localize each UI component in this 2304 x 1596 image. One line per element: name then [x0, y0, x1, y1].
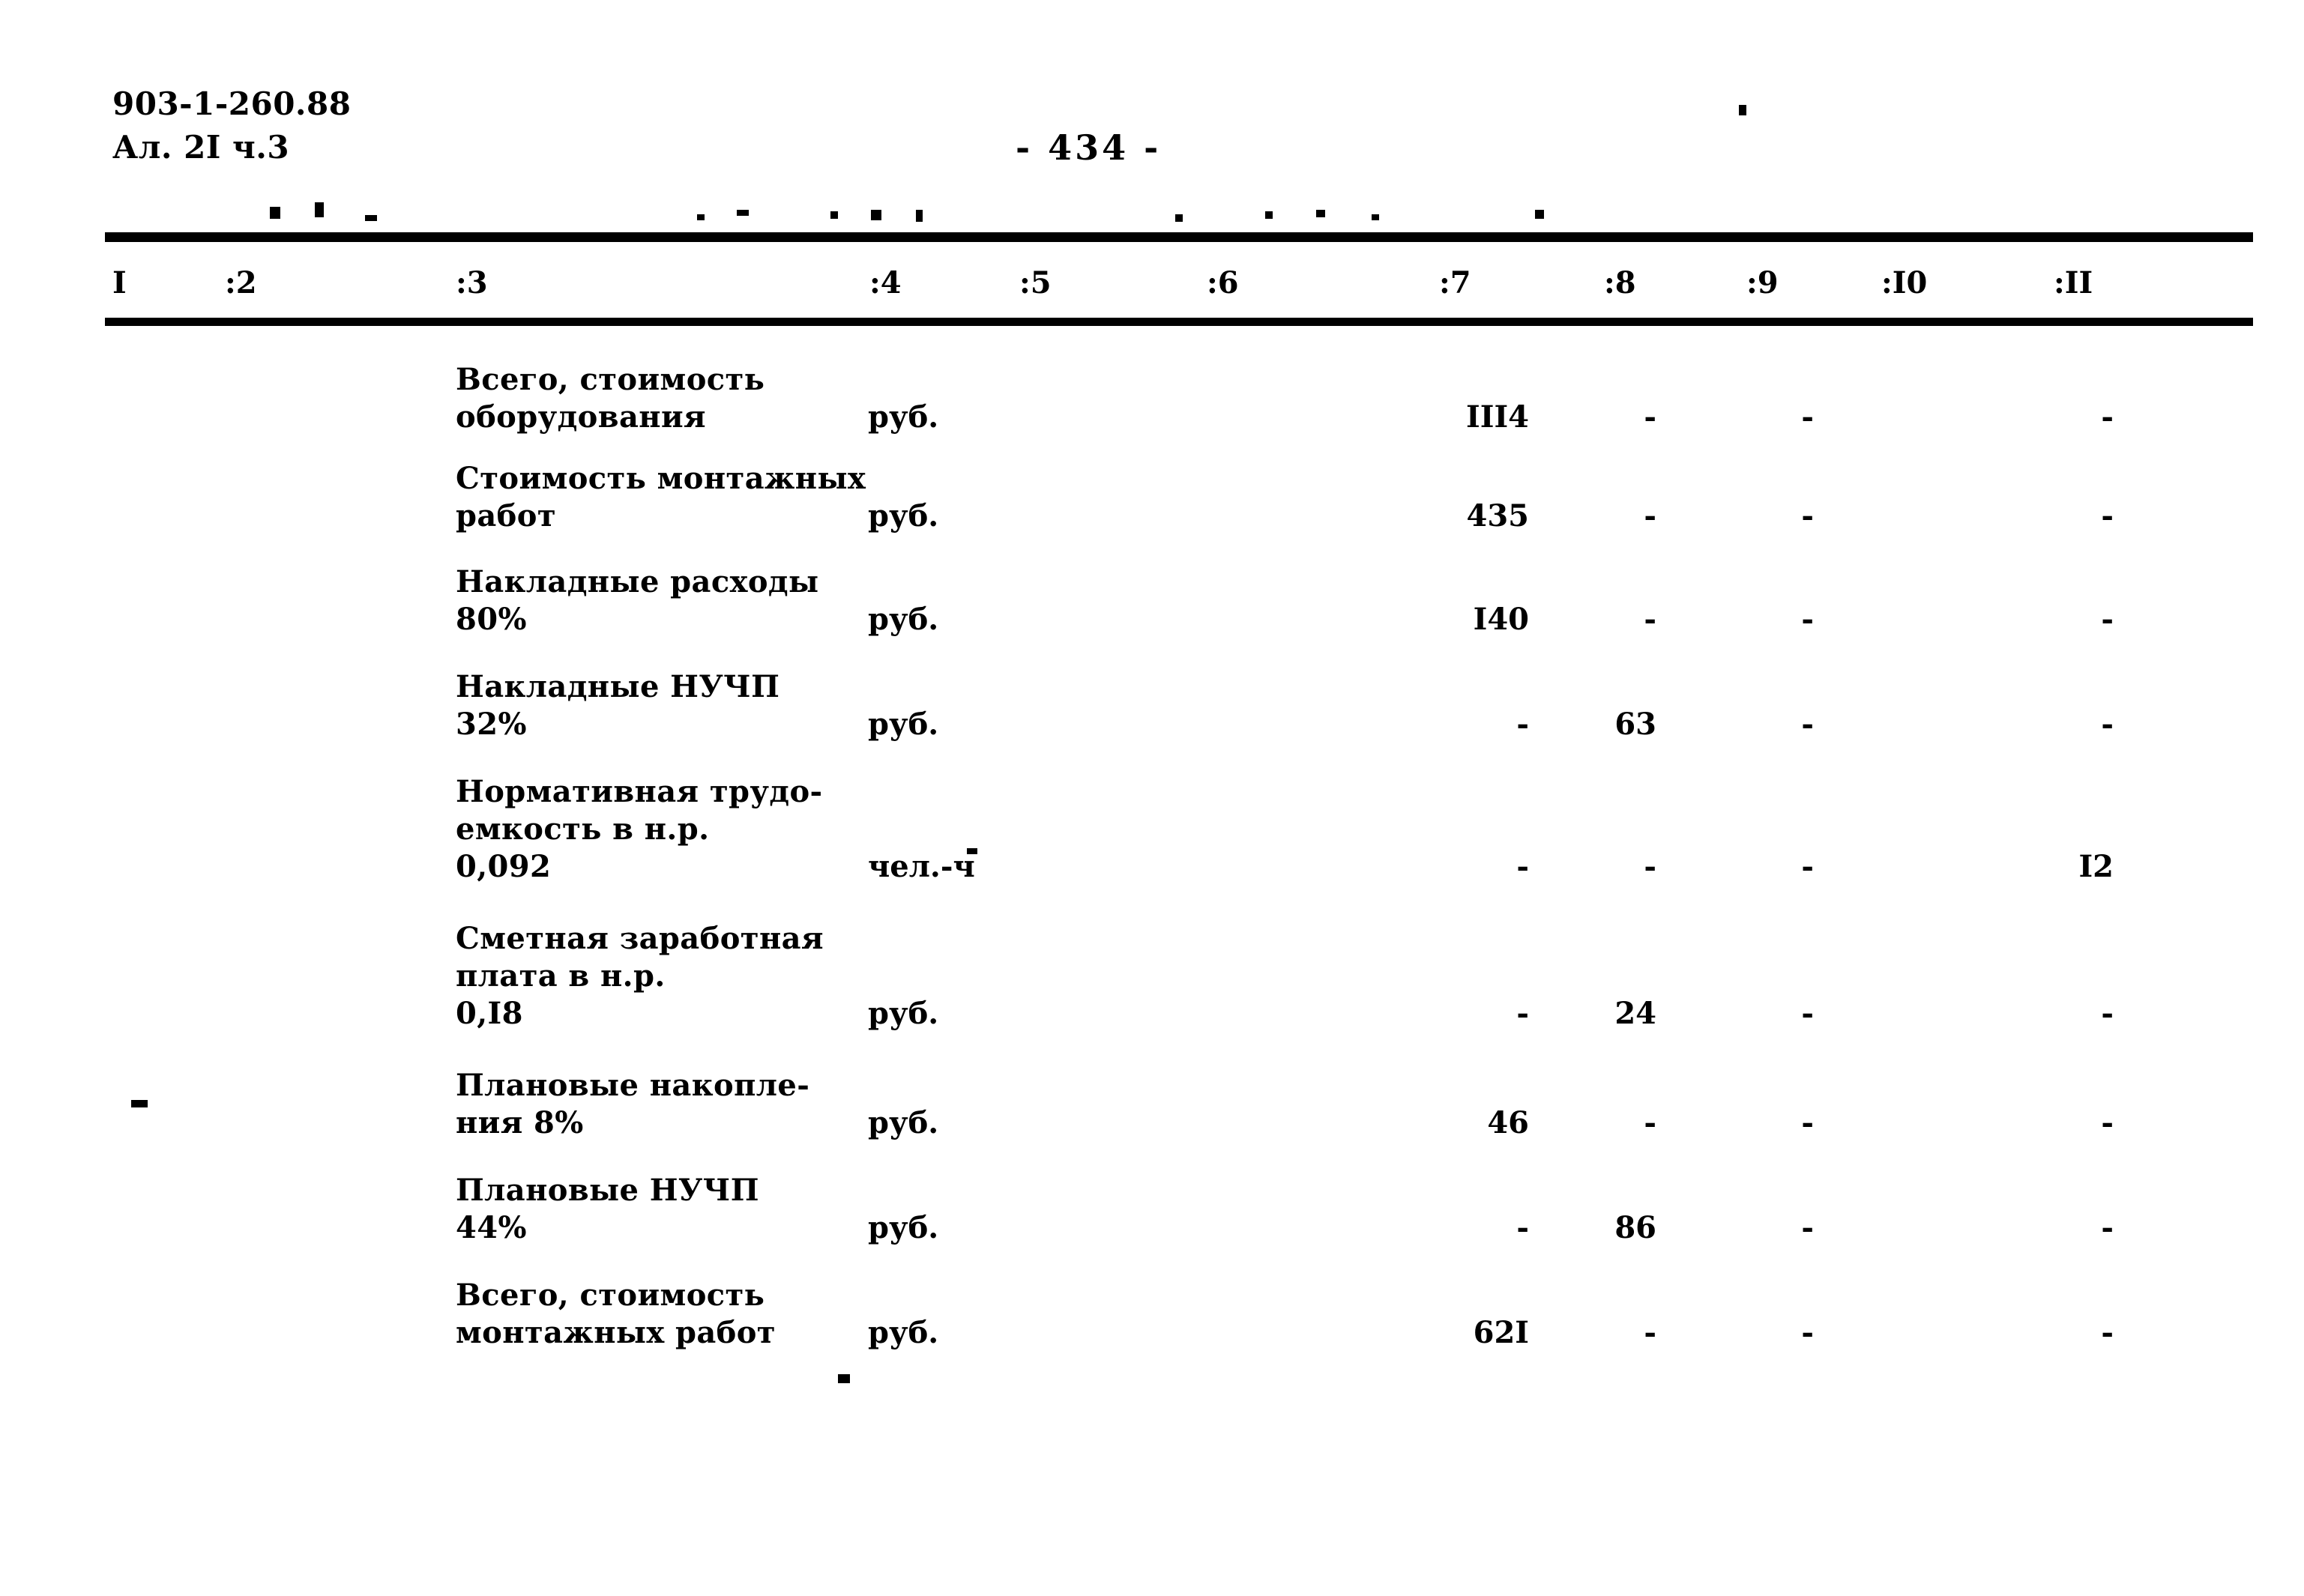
column-header-7: :7: [1439, 265, 1471, 300]
row-value-col7: III4: [1466, 399, 1529, 435]
column-header-11: :II: [2054, 265, 2093, 300]
table-row: Нормативная трудо- емкость в н.р. 0,092 ч…: [0, 764, 2304, 911]
column-header-10: :I0: [1881, 265, 1928, 300]
row-description: Нормативная трудо- емкость в н.р. 0,092: [456, 774, 823, 884]
row-value-col9: -: [1801, 996, 1814, 1031]
page-number: - 434 -: [1016, 127, 1162, 168]
row-description: Всего, стоимость монтажных работ: [456, 1278, 776, 1350]
column-header-6: :6: [1207, 265, 1239, 300]
column-header-4: :4: [869, 265, 902, 300]
scan-speck: [315, 202, 324, 217]
row-description: Накладные расходы 80%: [456, 564, 819, 637]
scan-speck: [737, 210, 749, 216]
scan-speck: [697, 214, 705, 220]
row-value-col9: -: [1801, 1315, 1814, 1350]
row-value-col8: -: [1644, 1315, 1656, 1350]
row-description: Плановые накопле- ния 8%: [456, 1068, 810, 1140]
column-header-1: I: [112, 265, 127, 300]
row-unit: руб.: [868, 1315, 939, 1350]
row-description: Сметная заработная плата в н.р. 0,I8: [456, 921, 824, 1031]
row-description: Стоимость монтажных работ: [456, 461, 866, 533]
table-header-rule: [105, 318, 2253, 326]
table-row: Всего, стоимость оборудования руб. III4 - - -: [0, 345, 2304, 450]
table-row: Накладные НУЧП 32% руб. - 63 - -: [0, 659, 2304, 764]
row-value-col8: -: [1644, 399, 1656, 435]
row-value-col7: -: [1516, 849, 1529, 884]
scan-speck: [1316, 210, 1325, 217]
row-unit: руб.: [868, 498, 939, 533]
row-unit: руб.: [868, 996, 939, 1031]
row-value-col9: -: [1801, 498, 1814, 533]
row-value-col7: 435: [1466, 498, 1530, 533]
scan-speck: [1535, 210, 1544, 219]
row-unit: чел.-ч: [868, 849, 975, 884]
row-value-col9: -: [1801, 849, 1814, 884]
row-value-col9: -: [1801, 602, 1814, 637]
row-description: Плановые НУЧП 44%: [456, 1173, 759, 1245]
row-value-col8: -: [1644, 602, 1656, 637]
row-value-col11: -: [2101, 399, 2114, 435]
scan-speck: [365, 215, 377, 221]
row-value-col7: 46: [1487, 1105, 1529, 1140]
table-top-rule: [105, 232, 2253, 242]
scan-speck: [871, 210, 881, 220]
table-row: Сметная заработная плата в н.р. 0,I8 руб.…: [0, 911, 2304, 1058]
row-unit: руб.: [868, 399, 939, 435]
row-unit: руб.: [868, 1210, 939, 1245]
row-unit: руб.: [868, 707, 939, 742]
scan-speck: [830, 211, 838, 219]
scan-speck: [1372, 214, 1379, 220]
row-value-col7: I40: [1473, 602, 1529, 637]
row-value-col11: I2: [2078, 849, 2114, 884]
column-header-5: :5: [1019, 265, 1052, 300]
table-row: Плановые накопле- ния 8% руб. 46 - - -: [0, 1058, 2304, 1163]
scan-speck: [1739, 105, 1746, 115]
row-value-col11: -: [2101, 602, 2114, 637]
document-code: 903-1-260.88: [112, 85, 352, 122]
document-sheet-reference: Ал. 2I ч.3: [112, 129, 290, 166]
row-value-col11: -: [2101, 1210, 2114, 1245]
document-page: 903-1-260.88 Ал. 2I ч.3 - 434 - I :2 :3 :4:…: [0, 0, 2304, 1596]
table-row: Накладные расходы 80% руб. I40 - - -: [0, 554, 2304, 659]
row-value-col11: -: [2101, 498, 2114, 533]
row-value-col11: -: [2101, 996, 2114, 1031]
row-unit: руб.: [868, 1105, 939, 1140]
column-header-2: :2: [225, 265, 257, 300]
column-header-3: :3: [456, 265, 488, 300]
row-value-col8: 63: [1614, 707, 1656, 742]
row-value-col9: -: [1801, 399, 1814, 435]
table-row: Всего, стоимость монтажных работ руб. 62I -…: [0, 1268, 2304, 1373]
row-value-col11: -: [2101, 1105, 2114, 1140]
row-description: Накладные НУЧП 32%: [456, 669, 780, 742]
row-value-col8: 24: [1614, 996, 1656, 1031]
scan-speck: [270, 207, 280, 219]
scan-speck: [1175, 214, 1183, 222]
row-value-col7: -: [1516, 996, 1529, 1031]
row-value-col11: -: [2101, 707, 2114, 742]
scan-speck: [838, 1374, 850, 1383]
row-value-col7: -: [1516, 1210, 1529, 1245]
scan-speck: [1265, 211, 1273, 219]
scan-speck: [916, 210, 923, 222]
row-value-col9: -: [1801, 1105, 1814, 1140]
row-value-col9: -: [1801, 1210, 1814, 1245]
table-row: Плановые НУЧП 44% руб. - 86 - -: [0, 1163, 2304, 1268]
row-value-col7: -: [1516, 707, 1529, 742]
table-body: Всего, стоимость оборудования руб. III4 - - -…: [0, 345, 2304, 1373]
table-row: Стоимость монтажных работ руб. 435 - - -: [0, 450, 2304, 554]
row-value-col8: -: [1644, 498, 1656, 533]
row-value-col9: -: [1801, 707, 1814, 742]
column-header-8: :8: [1604, 265, 1636, 300]
row-value-col11: -: [2101, 1315, 2114, 1350]
row-value-col8: -: [1644, 1105, 1656, 1140]
row-description: Всего, стоимость оборудования: [456, 362, 765, 435]
row-value-col7: 62I: [1473, 1315, 1529, 1350]
column-header-9: :9: [1746, 265, 1779, 300]
row-value-col8: 86: [1614, 1210, 1656, 1245]
row-unit: руб.: [868, 602, 939, 637]
row-value-col8: -: [1644, 849, 1656, 884]
